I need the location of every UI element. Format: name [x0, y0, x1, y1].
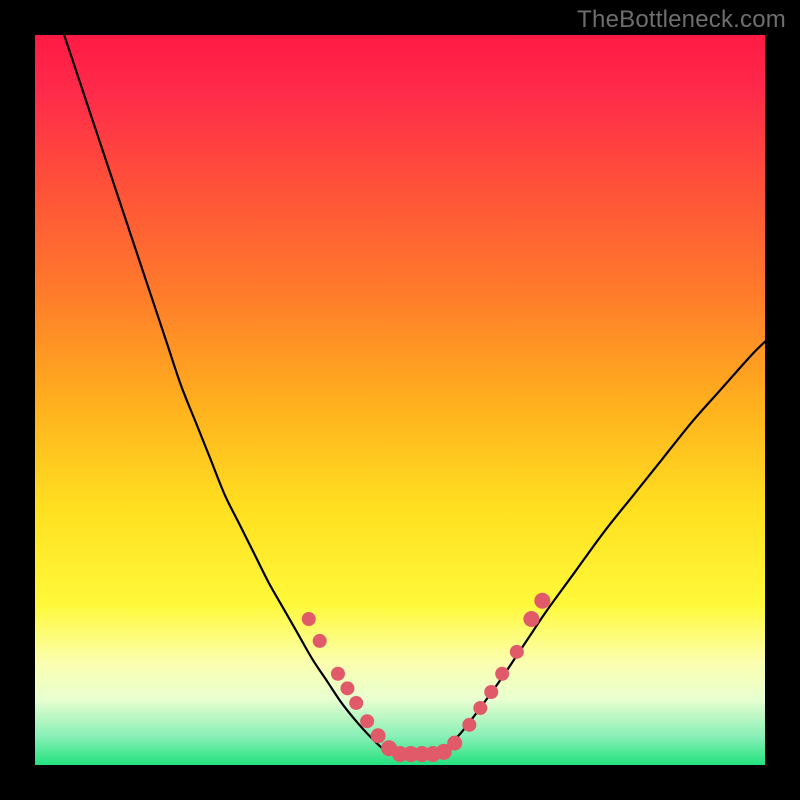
chart-frame: TheBottleneck.com: [0, 0, 800, 800]
plot-area: [35, 35, 765, 765]
gradient-background: [35, 35, 765, 765]
data-marker: [447, 736, 462, 751]
data-marker: [523, 611, 539, 627]
data-marker: [462, 718, 476, 732]
data-marker: [495, 667, 509, 681]
data-marker: [473, 701, 487, 715]
data-marker: [302, 612, 316, 626]
data-marker: [510, 645, 524, 659]
data-marker: [331, 667, 345, 681]
data-marker: [484, 685, 498, 699]
data-marker: [371, 728, 386, 743]
data-marker: [349, 696, 363, 710]
data-marker: [313, 634, 327, 648]
chart-svg: [35, 35, 765, 765]
data-marker: [340, 681, 354, 695]
data-marker: [534, 593, 550, 609]
data-marker: [360, 714, 374, 728]
watermark-text: TheBottleneck.com: [577, 6, 786, 34]
